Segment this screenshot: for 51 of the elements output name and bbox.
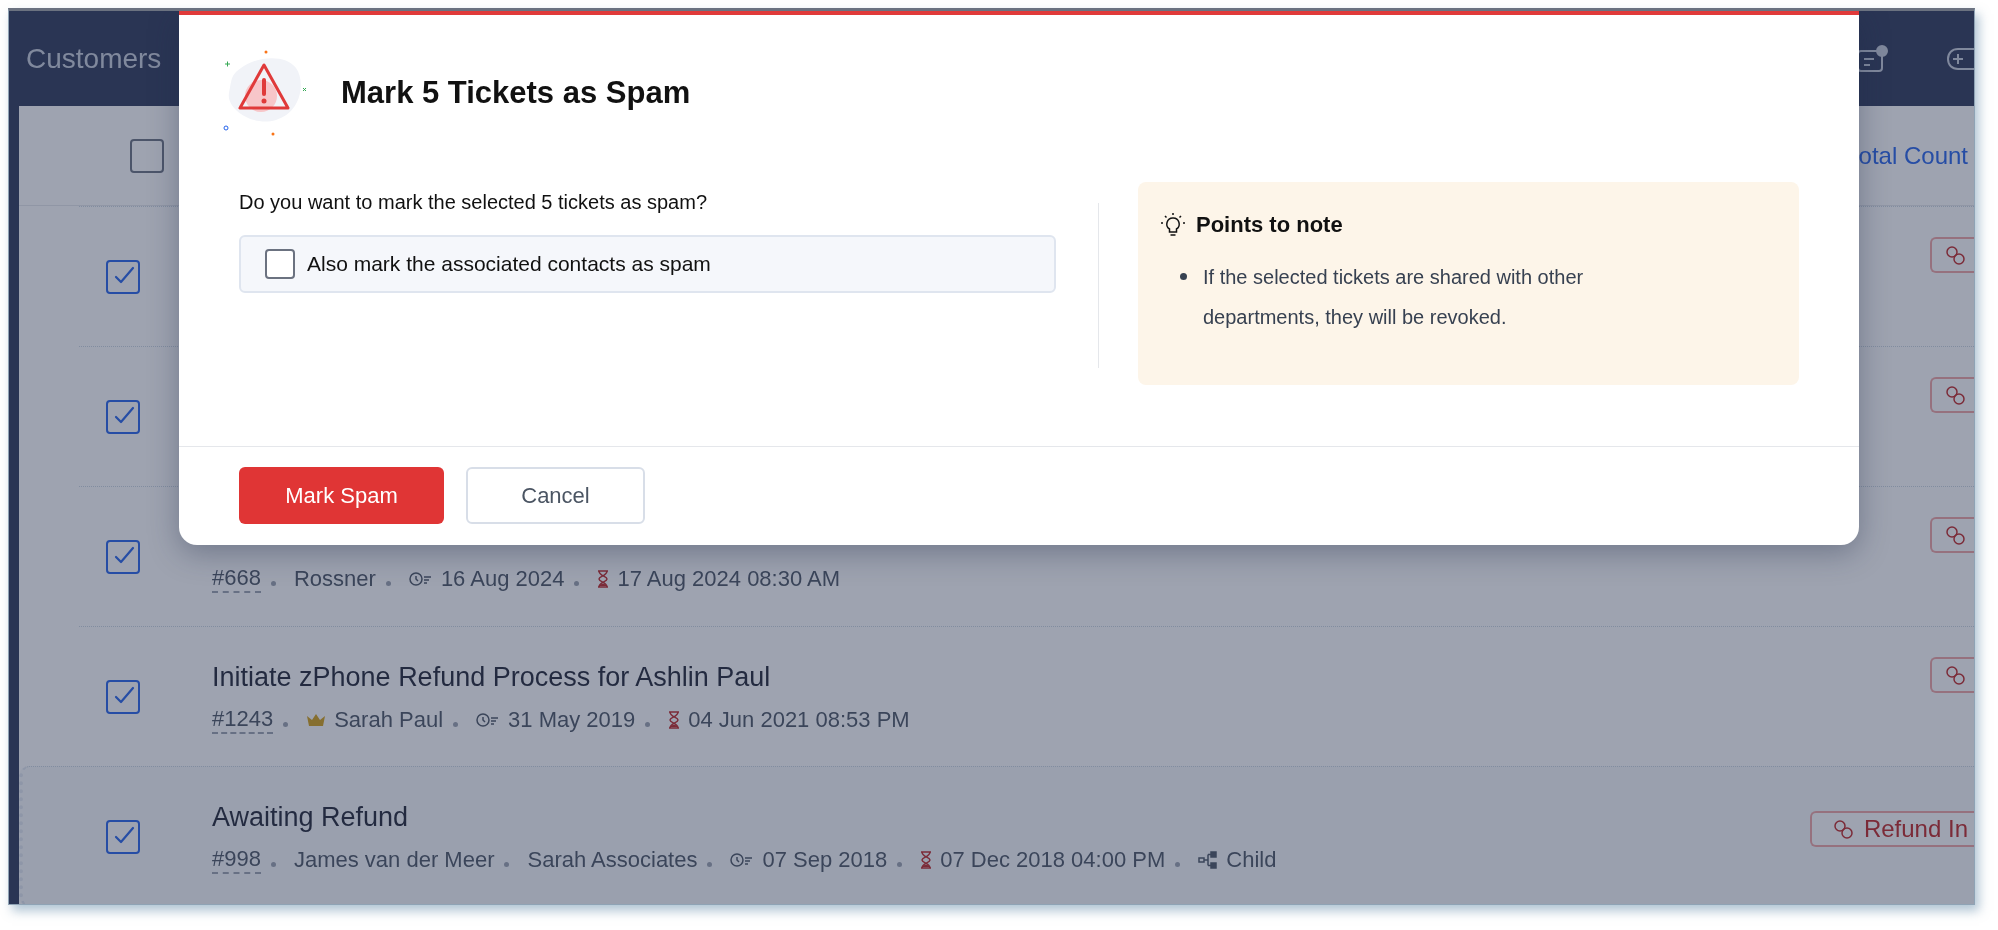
cancel-button[interactable]: Cancel <box>466 467 645 524</box>
row-checkbox[interactable] <box>106 399 140 434</box>
tag-badge: Refund In <box>1809 811 1974 847</box>
contacts-spam-option[interactable]: Also mark the associated contacts as spam <box>239 235 1056 293</box>
due-date: 04 Jun 2021 08:53 PM <box>688 706 910 735</box>
select-all-checkbox[interactable] <box>130 138 164 173</box>
ticket-id[interactable]: #1243 <box>212 705 274 734</box>
ticket-row-focused[interactable]: Awaiting Refund #998 James van der Meer Sarah Associates 07 Sep 2018 07 Dec 2018 04:00 PM Child Refund In <box>19 766 1974 904</box>
option-checkbox[interactable] <box>265 249 295 279</box>
note-title: Points to note <box>1196 211 1343 239</box>
ticket-title[interactable]: Initiate zPhone Refund Process for Ashlin Paul <box>212 656 1930 698</box>
tag-icon <box>1944 664 1966 686</box>
due-date: 07 Dec 2018 04:00 PM <box>940 846 1166 875</box>
ticket-id[interactable]: #998 <box>212 845 261 874</box>
row-checkbox[interactable] <box>106 259 140 294</box>
option-label: Also mark the associated contacts as spam <box>307 251 711 278</box>
hourglass-icon <box>668 710 681 729</box>
ticket-title[interactable]: Awaiting Refund <box>212 796 1810 838</box>
contact-name: Sarah Paul <box>334 706 444 735</box>
hierarchy-icon <box>1198 850 1219 869</box>
contact-name: James van der Meer <box>293 846 495 875</box>
mark-spam-button[interactable]: Mark Spam <box>239 467 444 524</box>
hourglass-icon <box>920 850 933 869</box>
row-checkbox[interactable] <box>106 539 140 574</box>
account-name: Sarah Associates <box>527 846 698 875</box>
ticket-id[interactable]: #668 <box>212 564 261 593</box>
created-date: 07 Sep 2018 <box>762 846 888 875</box>
tag-icon <box>1944 524 1966 546</box>
due-date: 17 Aug 2024 08:30 AM <box>617 565 841 593</box>
clock-icon <box>408 570 433 587</box>
clock-icon <box>730 851 755 868</box>
contact-name: Rossner <box>293 565 376 593</box>
card-icon[interactable] <box>1856 44 1888 73</box>
bullet-icon <box>1180 273 1187 280</box>
tag-icon <box>1944 244 1966 266</box>
row-checkbox[interactable] <box>106 819 140 854</box>
dialog-title: Mark 5 Tickets as Spam <box>341 73 691 112</box>
created-date: 31 May 2019 <box>508 706 636 735</box>
dialog-question: Do you want to mark the selected 5 tickets as spam? <box>239 190 708 215</box>
tag-icon <box>1831 818 1854 840</box>
created-date: 16 Aug 2024 <box>440 565 565 593</box>
row-checkbox[interactable] <box>106 679 140 714</box>
crown-icon <box>306 712 327 727</box>
total-count-link[interactable]: otal Count <box>1858 137 1968 174</box>
hourglass-icon <box>597 569 610 588</box>
clock-icon <box>476 711 501 728</box>
module-title: Customers <box>26 41 162 76</box>
relation-label: Child <box>1226 846 1277 875</box>
tag-icon <box>1944 384 1966 406</box>
lightbulb-icon <box>1160 211 1186 238</box>
note-point: If the selected tickets are shared with other departments, they will be revoked. <box>1203 265 1585 330</box>
